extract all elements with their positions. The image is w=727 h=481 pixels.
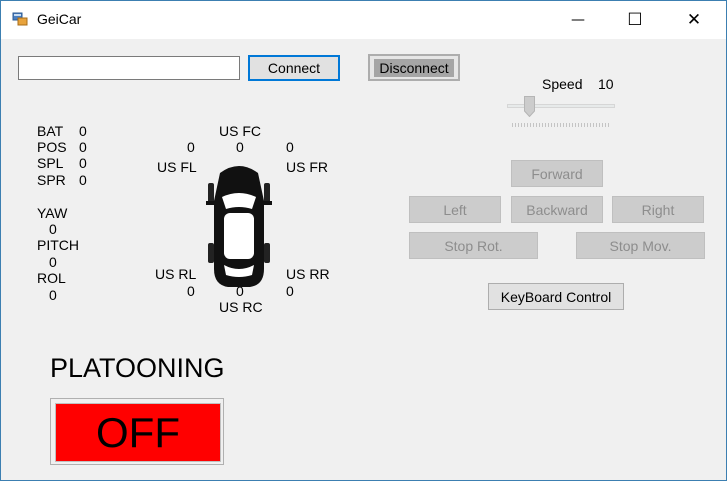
platooning-title: PLATOONING: [50, 353, 225, 383]
us-fl-value: 0: [187, 139, 195, 155]
us-fc-value: 0: [236, 139, 244, 155]
platooning-status-button[interactable]: OFF: [50, 398, 224, 465]
us-rc-label: US RC: [219, 299, 263, 315]
speed-slider-thumb[interactable]: [524, 96, 535, 117]
pitch-label: PITCH: [37, 237, 79, 253]
rol-value: 0: [49, 287, 57, 303]
speed-label: Speed: [542, 76, 583, 92]
pos-value: 0: [79, 139, 87, 155]
connect-button[interactable]: Connect: [248, 55, 340, 81]
right-button[interactable]: Right: [612, 196, 704, 223]
spl-label: SPL: [37, 155, 64, 171]
us-fr-value: 0: [286, 139, 294, 155]
address-input[interactable]: [18, 56, 240, 80]
us-fc-label: US FC: [219, 123, 261, 139]
main-window: GeiCar — ☐ ✕ Connect Disconnect Speed 10…: [0, 0, 727, 481]
us-rl-label: US RL: [155, 266, 197, 282]
rol-label: ROL: [37, 270, 66, 286]
speed-value: 10: [598, 76, 614, 92]
spl-value: 0: [79, 155, 87, 171]
minimize-icon: —: [571, 12, 585, 28]
stop-movement-button[interactable]: Stop Mov.: [576, 232, 705, 259]
bat-value: 0: [79, 123, 87, 139]
us-rr-value: 0: [286, 283, 294, 299]
title-bar: GeiCar — ☐ ✕: [1, 1, 726, 39]
bat-label: BAT: [37, 123, 64, 139]
client-area: Connect Disconnect Speed 10 BAT 0 POS 0 …: [1, 39, 726, 480]
spr-value: 0: [79, 172, 87, 188]
close-icon: ✕: [686, 10, 702, 30]
close-button[interactable]: ✕: [665, 1, 723, 39]
yaw-label: YAW: [37, 205, 68, 221]
speed-slider-ticks: [512, 123, 611, 127]
left-button[interactable]: Left: [409, 196, 501, 223]
window-title: GeiCar: [37, 11, 82, 27]
spr-label: SPR: [37, 172, 66, 188]
disconnect-label: Disconnect: [374, 58, 454, 77]
minimize-button[interactable]: —: [549, 1, 607, 39]
app-icon: [12, 12, 28, 26]
car-icon: [206, 166, 272, 287]
forward-button[interactable]: Forward: [511, 160, 603, 187]
stop-rotation-button[interactable]: Stop Rot.: [409, 232, 538, 259]
us-fl-label: US FL: [157, 159, 197, 175]
us-rl-value: 0: [187, 283, 195, 299]
disconnect-button[interactable]: Disconnect: [368, 54, 460, 81]
yaw-value: 0: [49, 221, 57, 237]
platooning-status: OFF: [55, 403, 221, 462]
keyboard-control-button[interactable]: KeyBoard Control: [488, 283, 624, 310]
pos-label: POS: [37, 139, 67, 155]
us-fr-label: US FR: [286, 159, 328, 175]
maximize-icon: ☐: [627, 10, 643, 30]
backward-button[interactable]: Backward: [511, 196, 603, 223]
us-rr-label: US RR: [286, 266, 330, 282]
maximize-button[interactable]: ☐: [606, 1, 664, 39]
pitch-value: 0: [49, 254, 57, 270]
